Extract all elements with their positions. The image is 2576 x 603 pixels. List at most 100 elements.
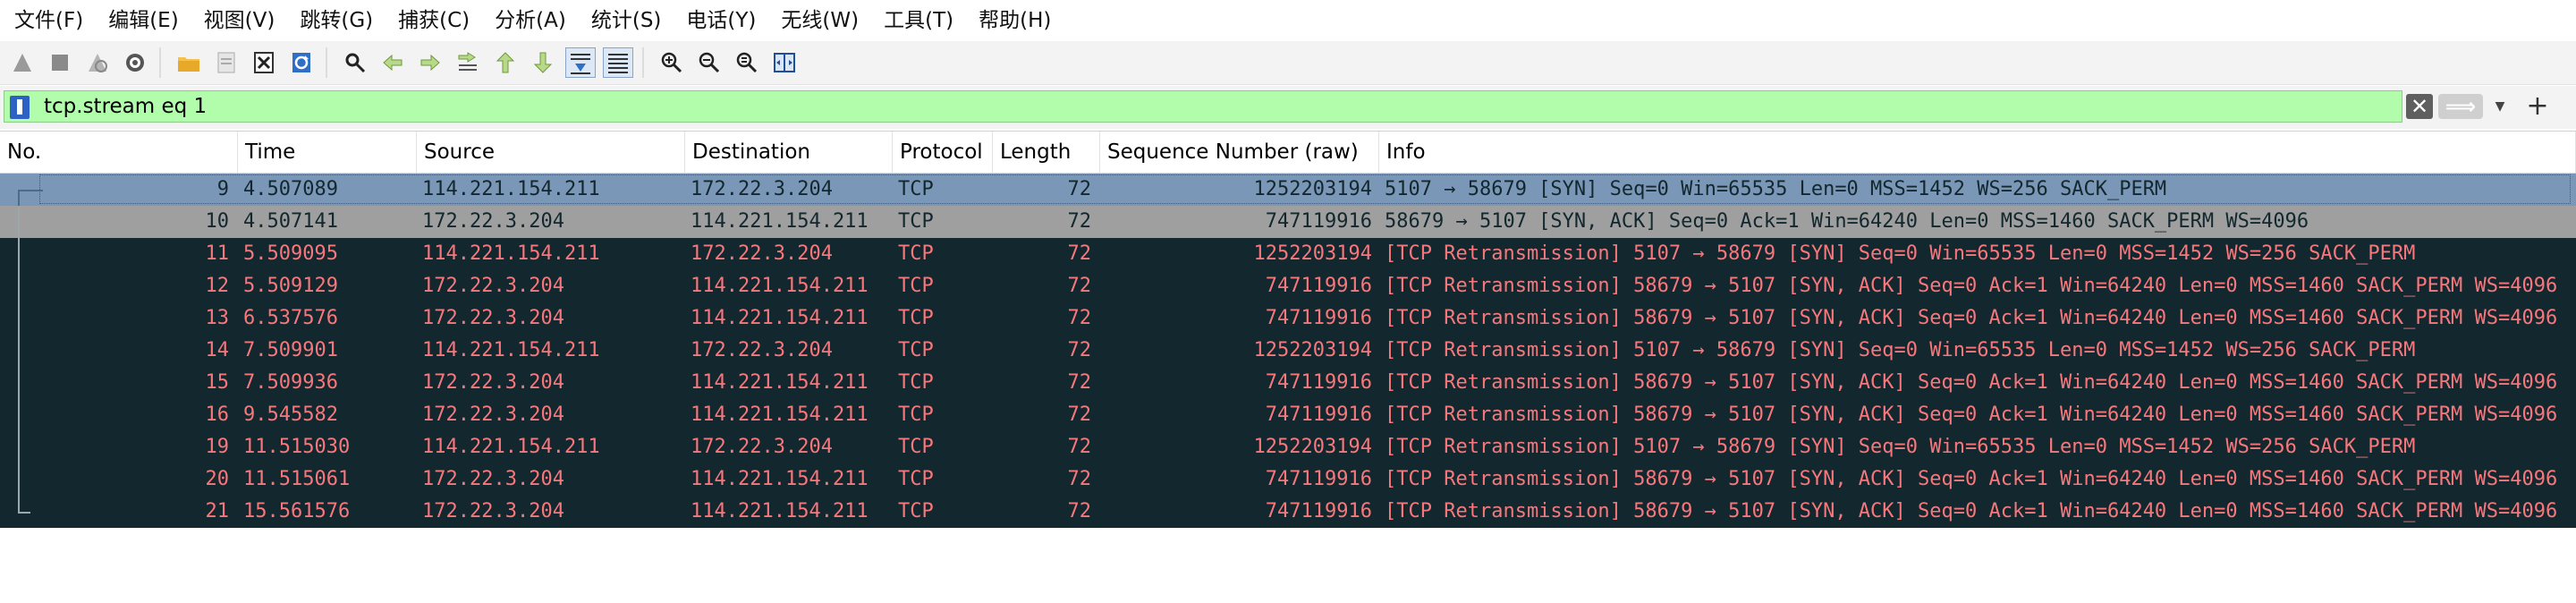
cell-time: 5.509095	[243, 242, 338, 265]
display-filter-input[interactable]: tcp.stream eq 1	[4, 90, 2402, 123]
filter-bookmark-icon[interactable]	[10, 96, 30, 119]
colorize-button[interactable]	[603, 47, 633, 78]
packet-list: No. Time Source Destination Protocol Length Se…	[0, 131, 2576, 603]
start-capture-button[interactable]	[7, 47, 38, 78]
go-last-button[interactable]	[528, 47, 558, 78]
column-header-source[interactable]: Source	[417, 132, 685, 173]
cell-proto: TCP	[898, 403, 934, 426]
cell-seq: 1252203194	[1253, 242, 1372, 265]
menu-item-1[interactable]: 编辑(E)	[96, 0, 191, 41]
resize-columns-button[interactable]	[769, 47, 800, 78]
resize-columns-icon	[772, 50, 797, 75]
close-file-button[interactable]	[249, 47, 279, 78]
go-forward-icon	[418, 50, 443, 75]
cell-info: [TCP Retransmission] 58679 → 5107 [SYN, …	[1385, 307, 2558, 329]
cell-no: 14	[205, 339, 230, 361]
packet-row[interactable]: 16 9.545582 172.22.3.204 114.221.154.211 TCP…	[0, 399, 2576, 431]
cell-dst: 114.221.154.211	[691, 210, 869, 233]
menu-item-10[interactable]: 帮助(H)	[966, 0, 1063, 41]
cell-dst: 114.221.154.211	[691, 307, 869, 329]
packet-row[interactable]: 15 7.509936 172.22.3.204 114.221.154.211 TCP…	[0, 367, 2576, 399]
cell-seq: 747119916	[1265, 403, 1372, 426]
reload-file-button[interactable]	[286, 47, 317, 78]
column-header-sequence-number-raw[interactable]: Sequence Number (raw)	[1100, 132, 1379, 173]
zoom-normal-button[interactable]	[732, 47, 762, 78]
column-header-info[interactable]: Info	[1379, 132, 2576, 173]
cell-dst: 172.22.3.204	[691, 178, 833, 200]
menu-item-3[interactable]: 跳转(G)	[287, 0, 386, 41]
cell-proto: TCP	[898, 275, 934, 297]
menu-item-7[interactable]: 电话(Y)	[674, 0, 768, 41]
cell-time: 15.561576	[243, 500, 351, 522]
packet-row[interactable]: 20 11.515061 172.22.3.204 114.221.154.211 TC…	[0, 463, 2576, 496]
find-packet-button[interactable]	[340, 47, 370, 78]
open-file-icon	[176, 50, 201, 75]
menu-item-0[interactable]: 文件(F)	[0, 0, 96, 41]
packet-row[interactable]: 19 11.515030 114.221.154.211 172.22.3.204 TC…	[0, 431, 2576, 463]
cell-info: [TCP Retransmission] 5107 → 58679 [SYN] …	[1385, 242, 2416, 265]
display-filter-text[interactable]: tcp.stream eq 1	[44, 91, 207, 122]
cell-len: 72	[1067, 436, 1092, 458]
cell-src: 172.22.3.204	[422, 371, 564, 394]
restart-capture-icon	[85, 50, 110, 75]
filter-history-dropdown-icon[interactable]: ▼	[2490, 94, 2510, 119]
cell-info: [TCP Retransmission] 58679 → 5107 [SYN, …	[1385, 371, 2558, 394]
clear-filter-button[interactable]: ✕	[2406, 94, 2433, 119]
cell-src: 172.22.3.204	[422, 468, 564, 490]
column-header-time[interactable]: Time	[238, 132, 417, 173]
cell-src: 172.22.3.204	[422, 403, 564, 426]
cell-seq: 747119916	[1265, 307, 1372, 329]
packet-row[interactable]: 13 6.537576 172.22.3.204 114.221.154.211 TCP…	[0, 302, 2576, 335]
cell-info: [TCP Retransmission] 5107 → 58679 [SYN] …	[1385, 436, 2416, 458]
packet-row[interactable]: 21 15.561576 172.22.3.204 114.221.154.211 TC…	[0, 496, 2576, 528]
cell-seq: 747119916	[1265, 468, 1372, 490]
go-first-button[interactable]	[490, 47, 521, 78]
packet-row[interactable]: 9 4.507089 114.221.154.211 172.22.3.204 TCP 7…	[0, 174, 2576, 206]
save-file-icon	[214, 50, 239, 75]
zoom-out-button[interactable]	[694, 47, 724, 78]
packet-row[interactable]: 11 5.509095 114.221.154.211 172.22.3.204 TCP…	[0, 238, 2576, 270]
capture-options-button[interactable]	[120, 47, 150, 78]
add-filter-button[interactable]: +	[2524, 91, 2551, 122]
conversation-line	[18, 399, 20, 431]
menu-item-5[interactable]: 分析(A)	[482, 0, 579, 41]
packet-row[interactable]: 10 4.507141 172.22.3.204 114.221.154.211 TCP…	[0, 206, 2576, 238]
cell-no: 10	[205, 210, 230, 233]
go-back-button[interactable]	[377, 47, 408, 78]
column-header-no[interactable]: No.	[0, 132, 238, 173]
zoom-in-button[interactable]	[657, 47, 687, 78]
zoom-in-icon	[659, 50, 684, 75]
packet-list-header: No. Time Source Destination Protocol Length Se…	[0, 132, 2576, 174]
packet-row[interactable]: 12 5.509129 172.22.3.204 114.221.154.211 TCP…	[0, 270, 2576, 302]
menu-item-4[interactable]: 捕获(C)	[386, 0, 482, 41]
display-filter-bar: tcp.stream eq 1 ✕ ⟹ ▼ +	[0, 86, 2576, 129]
cell-proto: TCP	[898, 242, 934, 265]
column-header-protocol[interactable]: Protocol	[893, 132, 993, 173]
menu-item-9[interactable]: 工具(T)	[871, 0, 966, 41]
menu-item-2[interactable]: 视图(V)	[191, 0, 288, 41]
save-file-button[interactable]	[211, 47, 242, 78]
cell-proto: TCP	[898, 178, 934, 200]
apply-filter-button[interactable]: ⟹	[2438, 94, 2483, 119]
go-forward-button[interactable]	[415, 47, 445, 78]
cell-info: [TCP Retransmission] 58679 → 5107 [SYN, …	[1385, 275, 2558, 297]
open-file-button[interactable]	[174, 47, 204, 78]
cell-len: 72	[1067, 403, 1092, 426]
stop-capture-button[interactable]	[45, 47, 75, 78]
go-to-packet-button[interactable]	[453, 47, 483, 78]
go-back-icon	[380, 50, 405, 75]
cell-no: 15	[205, 371, 230, 394]
cell-len: 72	[1067, 242, 1092, 265]
packet-row[interactable]: 14 7.509901 114.221.154.211 172.22.3.204 TCP…	[0, 335, 2576, 367]
cell-seq: 747119916	[1265, 500, 1372, 522]
cell-no: 13	[205, 307, 230, 329]
column-header-length[interactable]: Length	[993, 132, 1100, 173]
column-header-destination[interactable]: Destination	[685, 132, 893, 173]
restart-capture-button[interactable]	[82, 47, 113, 78]
autoscroll-button[interactable]	[565, 47, 596, 78]
cell-time: 5.509129	[243, 275, 338, 297]
menu-item-6[interactable]: 统计(S)	[579, 0, 674, 41]
cell-seq: 747119916	[1265, 275, 1372, 297]
cell-proto: TCP	[898, 210, 934, 233]
menu-item-8[interactable]: 无线(W)	[768, 0, 871, 41]
